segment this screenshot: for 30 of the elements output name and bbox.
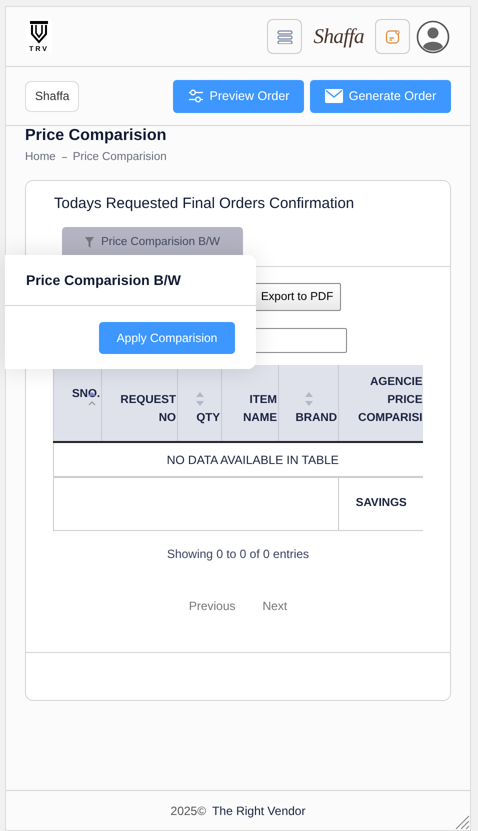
sliders-icon [188,88,204,104]
toolbar-button[interactable]: Preview Order [173,80,304,112]
apply-comparison-button[interactable]: Apply Comparision [99,322,235,354]
savings-label: SAVINGS [338,477,423,530]
search-field[interactable] [253,328,347,354]
column-header[interactable]: BRAND [278,365,338,442]
breadcrumb-link[interactable]: Price Comparision [72,149,167,166]
export-pdf-button[interactable]: Export to PDF [253,283,342,312]
chat-button[interactable] [375,19,410,54]
shield-icon [29,20,49,44]
breadcrumb-link[interactable]: Home [25,149,56,166]
menu-button[interactable] [267,19,302,54]
avatar-icon[interactable] [416,20,450,54]
pagination-link[interactable]: Previous [188,596,236,615]
pagination-link[interactable]: Next [262,596,288,615]
vendor-chip: Shaffa [25,80,80,112]
card-title: Todays Requested Final Orders Confirmation [54,194,356,214]
message-icon [384,28,400,44]
toolbar-button[interactable]: Generate Order [310,80,451,112]
column-header[interactable]: AGENCIE PRICE COMPARISI [338,365,423,442]
footer-company: The Right Vendor [212,802,306,820]
mail-icon [324,89,343,103]
copyright-year: 2025© [170,802,206,820]
brand-logo: Shaffa [313,22,364,50]
entries-info: Showing 0 to 0 of 0 entries [166,546,310,563]
popover-title: Price Comparision B/W [26,270,181,290]
menu-icon [276,30,293,44]
filter-icon [85,237,94,248]
page-title: Price Comparision [25,127,168,145]
empty-table-message: NO DATA AVAILABLE IN TABLE [54,442,423,478]
